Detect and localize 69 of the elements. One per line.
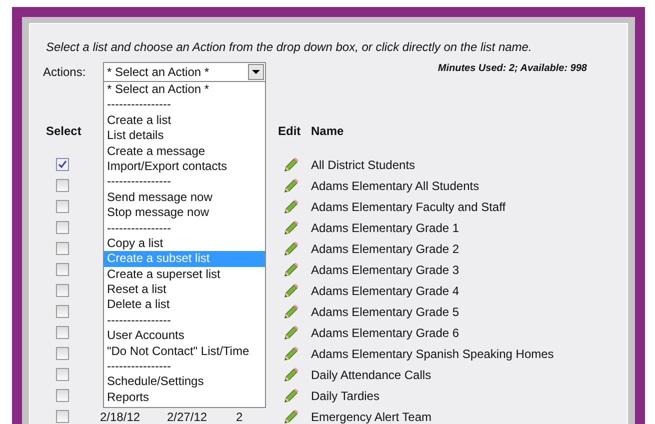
menu-option[interactable]: Reset a list <box>104 282 265 298</box>
checkbox[interactable] <box>56 389 69 402</box>
pencil-icon[interactable] <box>284 304 299 319</box>
list-name-link[interactable]: Adams Elementary Grade 2 <box>311 242 460 256</box>
list-name-link[interactable]: All District Students <box>311 158 416 172</box>
checkbox[interactable] <box>56 347 69 360</box>
pencil-icon[interactable] <box>284 157 299 172</box>
menu-option[interactable]: Stop message now <box>104 205 265 221</box>
actions-label: Actions: <box>43 65 87 79</box>
menu-option[interactable]: Create a message <box>104 144 265 159</box>
menu-option[interactable]: ---------------- <box>104 312 265 328</box>
checkbox[interactable] <box>56 242 69 255</box>
menu-option[interactable]: Delete a list <box>104 297 265 313</box>
checkbox[interactable] <box>56 305 69 318</box>
list-name-link[interactable]: Adams Elementary Grade 4 <box>311 284 460 298</box>
pencil-icon[interactable] <box>284 262 299 277</box>
menu-option[interactable]: * Select an Action * <box>104 82 265 98</box>
checkbox[interactable] <box>56 158 69 171</box>
checkbox[interactable] <box>56 263 69 276</box>
checkbox[interactable] <box>56 221 69 234</box>
menu-option[interactable]: List details <box>104 128 265 144</box>
table-cell: 2/18/12 <box>100 410 140 424</box>
menu-option[interactable]: Reports <box>104 390 265 406</box>
pencil-icon[interactable] <box>284 388 299 403</box>
menu-option[interactable]: User Accounts <box>104 328 265 344</box>
pencil-icon[interactable] <box>284 346 299 361</box>
pencil-icon[interactable] <box>284 220 299 235</box>
pencil-icon[interactable] <box>284 178 299 193</box>
table-cell: 2/27/12 <box>167 410 208 424</box>
pencil-icon[interactable] <box>284 283 299 298</box>
menu-option[interactable]: Schedule/Settings <box>104 374 265 390</box>
checkbox[interactable] <box>56 284 69 297</box>
pencil-icon[interactable] <box>284 409 299 424</box>
checkbox[interactable] <box>56 410 69 423</box>
checkbox[interactable] <box>56 326 69 339</box>
list-name-link[interactable]: Adams Elementary Grade 1 <box>311 220 460 234</box>
menu-option[interactable]: Send message now <box>104 190 265 206</box>
list-name-link[interactable]: Adams Elementary Faculty and Staff <box>311 200 506 214</box>
list-name-link[interactable]: Adams Elementary Grade 6 <box>311 326 460 340</box>
list-name-link[interactable]: Adams Elementary Grade 5 <box>311 304 460 318</box>
pencil-icon[interactable] <box>284 199 299 214</box>
list-name-link[interactable]: Adams Elementary Spanish Speaking Homes <box>311 346 554 360</box>
list-name-link[interactable]: Adams Elementary Grade 3 <box>311 262 460 276</box>
menu-option[interactable]: Create a list <box>104 112 265 128</box>
menu-option[interactable]: ---------------- <box>104 220 265 236</box>
checkbox[interactable] <box>56 368 69 381</box>
table-cell: 2 <box>236 410 243 424</box>
pencil-icon[interactable] <box>284 325 299 340</box>
list-name-link[interactable]: Emergency Alert Team <box>311 410 432 424</box>
menu-option[interactable]: Create a superset list <box>104 266 265 282</box>
pencil-icon[interactable] <box>284 241 299 256</box>
checkbox[interactable] <box>56 200 69 213</box>
pencil-icon[interactable] <box>284 367 299 382</box>
menu-option[interactable]: Import/Export contacts <box>104 158 265 174</box>
menu-option[interactable]: Copy a list <box>104 236 265 252</box>
column-header: Edit <box>278 124 302 138</box>
column-header: Name <box>311 124 344 138</box>
menu-option[interactable]: ---------------- <box>104 97 265 113</box>
list-name-link[interactable]: Daily Tardies <box>311 388 380 402</box>
usage-text: Minutes Used: 2; Available: 998 <box>438 63 587 74</box>
menu-option[interactable]: "Do Not Contact" List/Time <box>104 344 265 360</box>
menu-option[interactable]: ---------------- <box>104 359 265 374</box>
instruction-text: Select a list and choose an Action from the drop down box, or click directly on the list name. <box>46 40 533 54</box>
menu-option[interactable]: ---------------- <box>104 174 265 190</box>
actions-dropdown[interactable]: * Select an Action * <box>103 62 266 82</box>
list-name-link[interactable]: Daily Attendance Calls <box>311 368 432 382</box>
column-header: Select <box>46 124 82 138</box>
list-name-link[interactable]: Adams Elementary All Students <box>311 178 480 192</box>
checkbox[interactable] <box>56 179 69 192</box>
